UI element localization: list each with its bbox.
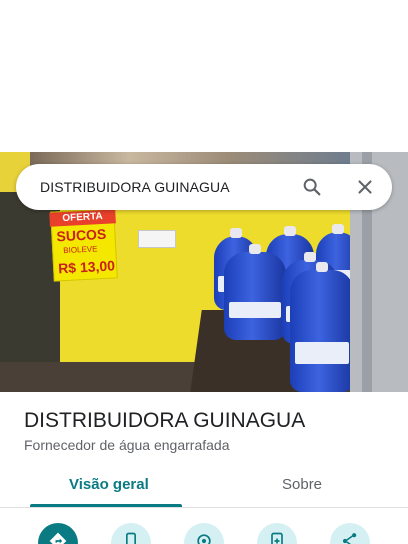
share-icon — [342, 533, 357, 544]
price-sign: OFERTA SUCOS BIOLEVE R$ 13,00 — [49, 208, 118, 282]
call-button[interactable] — [111, 523, 151, 544]
search-bar[interactable]: DISTRIBUIDORA GUINAGUA — [16, 164, 392, 210]
directions-button[interactable] — [38, 523, 78, 544]
sign-line-3: R$ 13,00 — [57, 257, 116, 277]
nearby-button[interactable] — [184, 523, 224, 544]
tab-divider — [0, 507, 408, 508]
place-category[interactable]: Fornecedor de água engarrafada — [24, 437, 229, 453]
water-bottle — [290, 262, 354, 392]
tab-about[interactable]: Sobre — [282, 476, 322, 493]
place-title: DISTRIBUIDORA GUINAGUA — [24, 409, 306, 432]
tab-overview[interactable]: Visão geral — [69, 476, 149, 493]
location-icon — [197, 534, 211, 544]
photo-note — [138, 230, 176, 248]
share-file-icon — [271, 532, 283, 544]
water-bottle — [224, 244, 286, 340]
sign-banner: OFERTA — [49, 209, 116, 227]
sign-line-1: SUCOS — [56, 225, 107, 245]
send-to-phone-button[interactable] — [257, 523, 297, 544]
search-input[interactable]: DISTRIBUIDORA GUINAGUA — [40, 164, 230, 210]
close-icon[interactable] — [354, 176, 376, 198]
directions-icon — [49, 532, 67, 544]
phone-icon — [126, 532, 136, 544]
share-button[interactable] — [330, 523, 370, 544]
search-icon[interactable] — [301, 176, 323, 198]
sign-line-2: BIOLEVE — [63, 244, 98, 256]
